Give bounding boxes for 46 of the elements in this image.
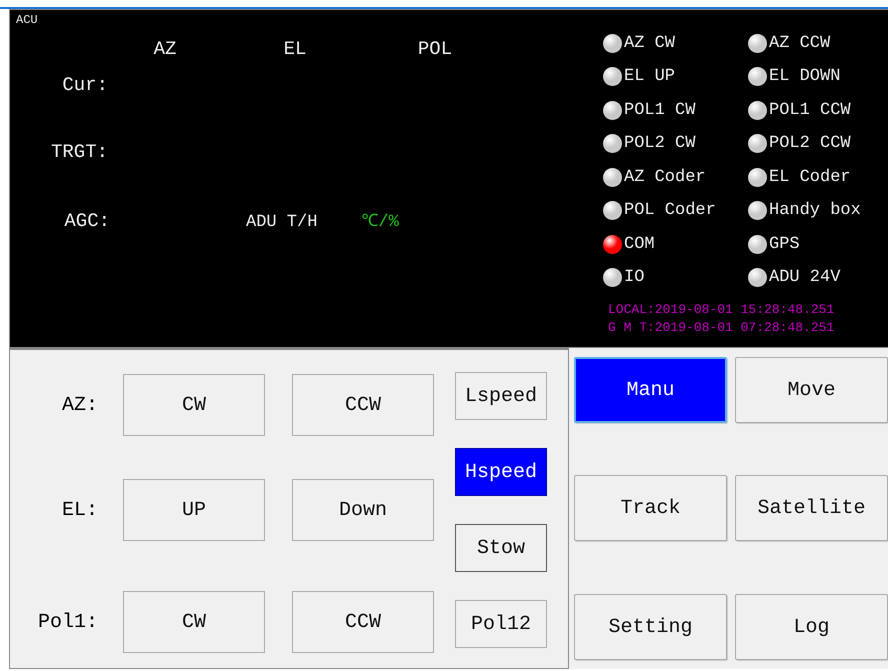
- row-label: TRGT:: [50, 141, 109, 165]
- column-heading: EL: [282, 38, 308, 62]
- indicator-label: POL2 CW: [624, 134, 696, 154]
- indicator-label: GPS: [769, 234, 800, 254]
- option-button[interactable]: Stow: [455, 524, 547, 572]
- jog-button[interactable]: CW: [123, 374, 265, 436]
- mode-button[interactable]: Setting: [574, 594, 727, 660]
- indicator-label: ADU 24V: [769, 268, 840, 288]
- indicator-label: Handy box: [769, 201, 861, 220]
- agc-label: AGC:: [63, 210, 111, 232]
- mode-button[interactable]: Satellite: [735, 475, 888, 541]
- panel-title: ACU: [16, 13, 38, 27]
- indicator-label: AZ CCW: [769, 34, 830, 53]
- mode-button[interactable]: Track: [574, 475, 727, 541]
- indicator-label: POL2 CCW: [769, 134, 851, 154]
- indicator-label: EL Coder: [769, 168, 851, 187]
- local-time: LOCAL:2019-08-01 15:28:48.251: [608, 301, 836, 319]
- mode-button[interactable]: Manu: [574, 357, 727, 423]
- axis-label: Pol1:: [36, 610, 98, 634]
- option-button[interactable]: Lspeed: [455, 372, 547, 420]
- indicator-label: POL1 CCW: [769, 100, 851, 120]
- jog-button[interactable]: CCW: [292, 374, 434, 436]
- jog-button[interactable]: CCW: [292, 591, 434, 653]
- axis-label: AZ:: [60, 394, 98, 416]
- indicator-label: EL DOWN: [769, 67, 840, 86]
- axis-label: EL:: [60, 498, 98, 522]
- mode-button[interactable]: Move: [735, 357, 888, 423]
- column-heading: POL: [416, 38, 454, 62]
- jog-button[interactable]: CW: [123, 591, 265, 653]
- indicator-label: COM: [624, 234, 655, 254]
- adu-label: ADU T/H: [246, 213, 318, 232]
- indicator-label: AZ CW: [624, 34, 676, 53]
- option-button[interactable]: Pol12: [455, 600, 547, 648]
- jog-button[interactable]: UP: [123, 479, 265, 541]
- indicator-label: POL Coder: [624, 201, 716, 220]
- column-heading: AZ: [152, 38, 178, 62]
- jog-button[interactable]: Down: [292, 479, 434, 541]
- mode-button[interactable]: Log: [735, 594, 888, 660]
- adu-unit: ℃/%: [361, 212, 399, 232]
- option-button[interactable]: Hspeed: [455, 448, 547, 496]
- indicator-label: IO: [624, 268, 644, 288]
- row-label: Cur:: [61, 74, 109, 98]
- indicator-label: POL1 CW: [624, 100, 696, 120]
- indicator-label: AZ Coder: [624, 168, 706, 187]
- indicator-label: EL UP: [624, 67, 676, 86]
- gmt-time: G M T:2019-08-01 07:28:48.251: [608, 319, 836, 337]
